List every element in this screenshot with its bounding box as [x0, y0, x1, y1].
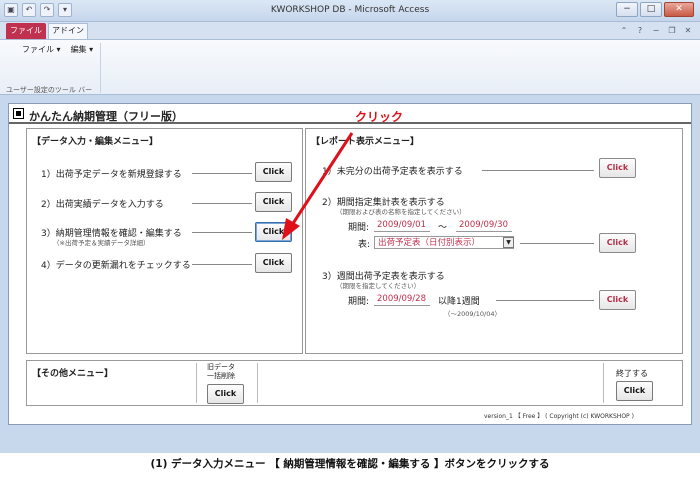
ribbon-panel: ファイル ▾ 編集 ▾ ユーザー設定のツール バー — [0, 39, 700, 95]
window-controls: − □ ✕ — [616, 2, 694, 17]
annotation-arrow-icon — [282, 132, 354, 240]
exit-button[interactable]: Click — [616, 381, 653, 401]
period-end-field[interactable]: 2009/09/30 — [456, 219, 512, 232]
week-period-label: 期間: — [348, 297, 370, 307]
leader-line — [192, 232, 252, 233]
tab-addin[interactable]: アドイン — [48, 23, 88, 39]
bulk-delete-button[interactable]: Click — [207, 384, 244, 404]
period-tilde: 〜 — [438, 223, 448, 233]
week-range-note: （〜2009/10/04） — [444, 310, 501, 318]
check-update-button[interactable]: Click — [255, 253, 292, 273]
doc-minimize-icon[interactable]: − — [650, 25, 662, 36]
menu-row-label: 2）出荷実績データを入力する — [41, 200, 164, 210]
data-entry-menu: 【データ入力・編集メニュー】 1）出荷予定データを新規登録する Click 2）… — [26, 128, 303, 354]
old-data-label: 旧データ 一括削除 — [207, 363, 235, 380]
week-start-field[interactable]: 2009/09/28 — [374, 293, 430, 306]
window-title: KWORKSHOP DB - Microsoft Access — [270, 5, 430, 15]
incomplete-schedule-button[interactable]: Click — [599, 158, 636, 178]
minimize-button[interactable]: − — [616, 2, 638, 17]
ribbon-menus: ファイル ▾ 編集 ▾ — [22, 44, 93, 55]
menu-row-label: 1）出荷予定データを新規登録する — [41, 170, 182, 180]
window-titlebar: ▣ ↶ ↷ ▾ KWORKSHOP DB - Microsoft Access … — [0, 0, 700, 22]
menu-row-label: 4）データの更新漏れをチェックする — [41, 261, 191, 271]
ribbon-tab-row: ファイル アドイン ⌃ ? − ❐ ✕ — [0, 22, 700, 39]
close-button[interactable]: ✕ — [664, 2, 694, 17]
doc-restore-icon[interactable]: ❐ — [666, 25, 678, 36]
menu-edit[interactable]: 編集 ▾ — [71, 44, 94, 55]
table-select[interactable]: 出荷予定表（日付別表示） — [374, 236, 514, 249]
leader-line — [192, 264, 252, 265]
leader-line — [482, 170, 594, 171]
other-menu-title: 【その他メニュー】 — [32, 369, 114, 379]
data-entry-menu-title: 【データ入力・編集メニュー】 — [32, 137, 159, 147]
report-row-note: （期限を指定してください） — [336, 282, 421, 290]
leader-line — [520, 243, 594, 244]
version-text: version_1 【 Free 】 ( Copyright (c) KWORK… — [484, 413, 634, 420]
divider — [257, 363, 258, 403]
menu-file[interactable]: ファイル ▾ — [22, 44, 61, 55]
maximize-button[interactable]: □ — [640, 2, 662, 17]
ribbon-group-label: ユーザー設定のツール バー — [6, 86, 93, 94]
ribbon-right-controls: ⌃ ? − ❐ ✕ — [618, 25, 694, 36]
doc-close-icon[interactable]: ✕ — [682, 25, 694, 36]
chevron-down-icon[interactable]: ▼ — [503, 237, 514, 248]
help-icon[interactable]: ? — [634, 25, 646, 36]
other-menu: 【その他メニュー】 旧データ 一括削除 Click 終了する Click — [26, 360, 683, 406]
caption: (1) データ入力メニュー 【 納期管理情報を確認・編集する 】ボタンをクリック… — [150, 458, 550, 470]
week-suffix: 以降1週間 — [438, 297, 480, 307]
divider — [196, 363, 197, 403]
tab-file[interactable]: ファイル — [6, 23, 46, 39]
period-summary-button[interactable]: Click — [599, 233, 636, 253]
leader-line — [192, 203, 252, 204]
leader-line — [192, 173, 252, 174]
weekly-schedule-button[interactable]: Click — [599, 290, 636, 310]
form-icon — [13, 108, 24, 119]
menu-row-note: （※出荷予定＆実績データ詳細） — [53, 239, 150, 247]
leader-line — [496, 300, 594, 301]
ribbon-minimize-icon[interactable]: ⌃ — [618, 25, 630, 36]
divider — [603, 363, 604, 403]
exit-label: 終了する — [616, 369, 648, 378]
ribbon-divider — [100, 43, 101, 93]
form-title: かんたん納期管理（フリー版） — [29, 110, 183, 123]
